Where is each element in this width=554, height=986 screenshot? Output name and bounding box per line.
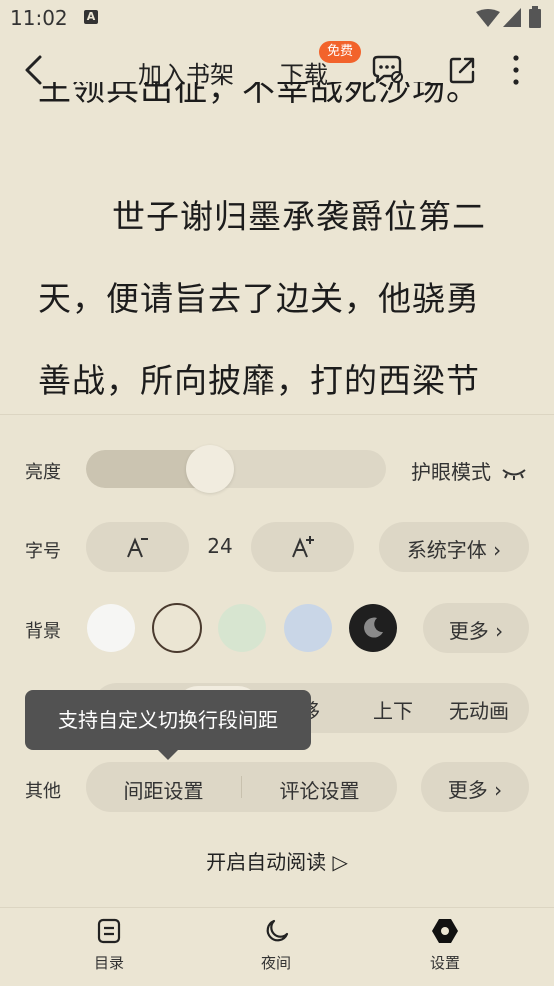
more-settings-button[interactable]: 更多 › xyxy=(421,762,529,812)
reader-line: 世子谢归墨承袭爵位第二 xyxy=(112,197,486,236)
eye-care-mode-toggle[interactable]: 护眼模式 xyxy=(411,456,527,485)
nav-toc[interactable]: 目录 xyxy=(69,918,149,973)
more-backgrounds-label: 更多 › xyxy=(448,619,504,643)
font-size-label: 字号 xyxy=(25,541,61,562)
nav-toc-label: 目录 xyxy=(93,954,124,972)
spacing-tooltip: 支持自定义切换行段间距 xyxy=(25,690,311,750)
reader-line: 善战，所向披靡，打的西梁节 xyxy=(38,361,480,400)
moon-icon xyxy=(364,617,383,638)
flip-option-vertical[interactable]: 上下 xyxy=(373,695,413,724)
spacing-settings-button[interactable]: 间距设置 xyxy=(86,775,241,804)
nav-settings-label: 设置 xyxy=(429,954,460,972)
font-size-value: 24 xyxy=(207,534,233,558)
font-increase-icon xyxy=(292,536,314,558)
font-decrease-icon xyxy=(127,537,148,558)
tooltip-arrow xyxy=(158,750,178,760)
brightness-slider-thumb[interactable] xyxy=(186,445,234,493)
battery-icon xyxy=(529,6,541,28)
toc-icon xyxy=(97,918,121,944)
notification-a-icon: A xyxy=(84,10,98,24)
background-swatch-blue[interactable] xyxy=(284,604,332,652)
reader-line: 王领兵出征，不幸战死沙场。 xyxy=(38,82,480,108)
brightness-slider[interactable] xyxy=(86,450,386,488)
more-settings-label: 更多 › xyxy=(447,778,503,802)
wifi-icon xyxy=(476,9,500,27)
background-swatch-white[interactable] xyxy=(87,604,135,652)
eye-care-mode-label: 护眼模式 xyxy=(411,460,491,484)
background-swatch-beige-selected[interactable] xyxy=(152,603,202,653)
comment-settings-button[interactable]: 评论设置 xyxy=(242,775,397,804)
nav-night-label: 夜间 xyxy=(260,954,291,972)
moon-icon xyxy=(266,919,289,942)
flip-option-none[interactable]: 无动画 xyxy=(449,695,509,724)
background-swatch-dark[interactable] xyxy=(349,604,397,652)
share-icon[interactable] xyxy=(448,55,476,85)
settings-icon xyxy=(432,919,458,943)
nav-settings[interactable]: 设置 xyxy=(405,918,485,973)
closed-eye-icon xyxy=(502,468,526,480)
background-label: 背景 xyxy=(25,621,61,642)
background-swatch-green[interactable] xyxy=(218,604,266,652)
nav-night[interactable]: 夜间 xyxy=(236,918,316,973)
status-bar: 11:02 A xyxy=(0,0,554,38)
brightness-label: 亮度 xyxy=(25,462,61,483)
more-backgrounds-button[interactable]: 更多 › xyxy=(423,603,529,653)
other-settings-group: 间距设置 评论设置 xyxy=(86,762,397,812)
cellular-signal-icon xyxy=(503,8,521,27)
other-label: 其他 xyxy=(25,781,61,802)
font-size-increase-button[interactable] xyxy=(251,522,354,572)
status-time: 11:02 xyxy=(10,6,68,30)
font-family-button[interactable]: 系统字体 › xyxy=(379,522,529,572)
font-size-decrease-button[interactable] xyxy=(86,522,189,572)
font-family-label: 系统字体 › xyxy=(406,538,502,562)
reader-line: 天，便请旨去了边关，他骁勇 xyxy=(38,279,480,318)
free-badge: 免费 xyxy=(319,41,361,63)
auto-read-button[interactable]: 开启自动阅读 ▷ xyxy=(0,846,554,875)
